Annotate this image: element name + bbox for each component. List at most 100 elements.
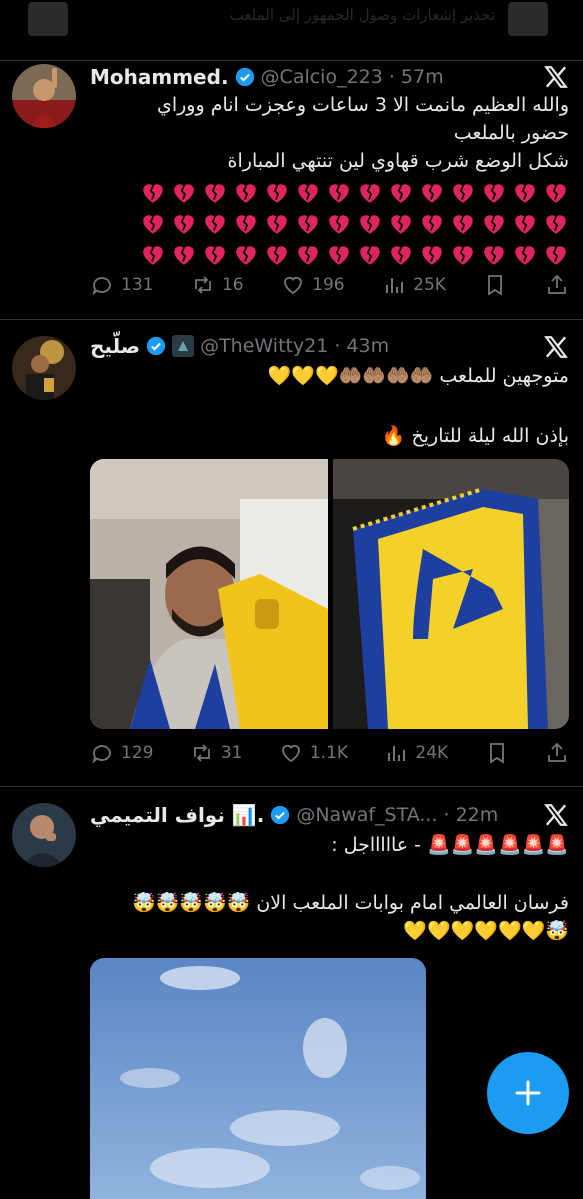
broken-heart-icon	[143, 214, 163, 234]
broken-heart-icon	[453, 245, 473, 265]
broken-heart-icon	[360, 245, 380, 265]
bookmark-icon	[489, 743, 504, 764]
reply-button[interactable]: 129	[90, 741, 153, 765]
heart-icon	[281, 744, 300, 763]
views-button[interactable]: 25K	[382, 273, 446, 297]
broken-heart-icon	[329, 214, 349, 234]
like-count: 196	[312, 275, 345, 295]
bookmark-icon	[488, 275, 503, 296]
broken-heart-icon	[484, 183, 504, 203]
compose-button[interactable]	[487, 1052, 569, 1134]
emoji-row	[90, 240, 569, 271]
heart-icon	[284, 276, 303, 295]
broken-heart-icon	[205, 183, 225, 203]
tweet-card[interactable]: Mohammed. @Calcio_223 · 57m والله العظيم…	[0, 61, 583, 320]
broken-heart-icon	[267, 245, 287, 265]
author-name[interactable]: صلّيح	[90, 334, 140, 358]
tweet-text-line: متوجهين للملعب 🤲🏽🤲🏽🤲🏽🤲🏽💛💛💛	[267, 365, 569, 387]
broken-heart-icon	[298, 214, 318, 234]
reply-button[interactable]: 131	[90, 273, 153, 297]
tweet-time: 43m	[346, 335, 390, 357]
reply-count: 129	[121, 743, 154, 763]
broken-heart-icon	[391, 214, 411, 234]
bookmark-button[interactable]	[485, 741, 509, 765]
x-logo-icon	[544, 336, 568, 358]
top-banner-text: تحذير إشعارات وصول الجمهور إلى الملعب	[229, 6, 495, 24]
x-logo-icon	[544, 66, 568, 88]
broken-heart-icon	[453, 183, 473, 203]
broken-heart-icon	[546, 214, 566, 234]
broken-heart-icon	[329, 183, 349, 203]
tweet-text-line: 🤯💛💛💛💛💛💛	[403, 920, 569, 942]
broken-heart-icon	[267, 214, 287, 234]
repost-icon	[195, 276, 211, 294]
broken-heart-icon	[360, 183, 380, 203]
tweet-text-line: فرسان العالمي امام بوابات الملعب الان 🤯🤯…	[132, 892, 569, 914]
tweet-text-line: 🚨🚨🚨🚨🚨🚨 - عاااااجل :	[331, 834, 569, 856]
emoji-row	[90, 209, 569, 240]
broken-hearts-block	[90, 178, 569, 271]
verified-badge-icon	[146, 336, 166, 356]
broken-heart-icon	[174, 183, 194, 203]
share-button[interactable]	[545, 741, 569, 765]
broken-heart-icon	[422, 245, 442, 265]
broken-heart-icon	[329, 245, 349, 265]
broken-heart-icon	[391, 183, 411, 203]
broken-heart-icon	[298, 183, 318, 203]
broken-heart-icon	[422, 214, 442, 234]
broken-heart-icon	[205, 245, 225, 265]
broken-heart-icon	[422, 183, 442, 203]
broken-heart-icon	[515, 214, 535, 234]
broken-heart-icon	[236, 183, 256, 203]
author-name[interactable]: نواف التميمي 📊.	[90, 803, 264, 827]
share-icon	[548, 274, 566, 294]
bookmark-button[interactable]	[483, 273, 507, 297]
tweet-text-line: شكل الوضع شرب قهاوي لين تنتهي المباراة	[227, 150, 569, 172]
repost-count: 16	[221, 275, 244, 295]
avatar[interactable]	[12, 803, 76, 867]
broken-heart-icon	[515, 245, 535, 265]
broken-heart-icon	[143, 183, 163, 203]
share-button[interactable]	[545, 273, 569, 297]
broken-heart-icon	[143, 245, 163, 265]
repost-icon	[193, 744, 210, 762]
broken-heart-icon	[236, 245, 256, 265]
broken-heart-icon	[360, 214, 380, 234]
separator-dot: ·	[388, 66, 395, 88]
broken-heart-icon	[174, 214, 194, 234]
tweet-text-line: حضور بالملعب	[453, 122, 569, 144]
views-icon	[386, 278, 404, 293]
tweet-time: 57m	[400, 66, 444, 88]
author-handle[interactable]: @Calcio_223	[261, 66, 383, 88]
author-handle[interactable]: @TheWitty21	[200, 335, 328, 357]
broken-heart-icon	[484, 245, 504, 265]
verified-badge-icon	[271, 805, 290, 825]
reply-icon	[92, 745, 111, 764]
tweet-photo-sky[interactable]	[90, 958, 426, 1199]
views-button[interactable]: 24K	[384, 741, 448, 765]
top-thumbnail-right	[508, 2, 548, 36]
share-icon	[548, 742, 566, 762]
like-button[interactable]: 1.1K	[279, 741, 348, 765]
tweet-card[interactable]: صلّيح @TheWitty21 · 43m متوجهين للملعب 🤲…	[0, 320, 583, 787]
verified-badge-icon	[235, 67, 254, 87]
tweet-photo-scarf[interactable]	[333, 459, 569, 729]
broken-heart-icon	[546, 183, 566, 203]
tweet-time: 22m	[455, 804, 499, 826]
top-banner: تحذير إشعارات وصول الجمهور إلى الملعب	[0, 0, 583, 61]
like-count: 1.1K	[309, 743, 349, 763]
tweet-photo-selfie[interactable]	[90, 459, 328, 729]
author-handle[interactable]: @Nawaf_STA...	[296, 804, 437, 826]
tweet-text-line: بإذن الله ليلة للتاريخ 🔥	[381, 425, 569, 447]
repost-button[interactable]: 31	[190, 741, 242, 765]
tweet-card[interactable]: نواف التميمي 📊. @Nawaf_STA... · 22m 🚨🚨🚨🚨…	[0, 787, 583, 1199]
broken-heart-icon	[484, 214, 504, 234]
views-count: 24K	[415, 743, 449, 763]
reply-count: 131	[121, 275, 154, 295]
avatar[interactable]	[12, 64, 76, 128]
author-name[interactable]: Mohammed.	[90, 65, 229, 89]
reply-icon	[92, 277, 111, 296]
repost-button[interactable]: 16	[191, 273, 244, 297]
like-button[interactable]: 196	[281, 273, 345, 297]
avatar[interactable]	[12, 336, 76, 400]
